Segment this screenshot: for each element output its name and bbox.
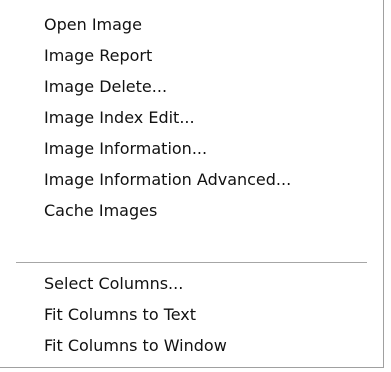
menu-item-image-information-advanced[interactable]: Image Information Advanced... — [44, 165, 291, 195]
menu-item-image-report[interactable]: Image Report — [44, 41, 152, 71]
menu-item-select-columns[interactable]: Select Columns... — [44, 269, 183, 299]
menu-item-fit-columns-to-window[interactable]: Fit Columns to Window — [44, 331, 227, 361]
menu-item-image-information[interactable]: Image Information... — [44, 134, 207, 164]
menu-item-image-index-edit[interactable]: Image Index Edit... — [44, 103, 195, 133]
menu-separator — [16, 262, 367, 264]
menu-item-fit-columns-to-text[interactable]: Fit Columns to Text — [44, 300, 196, 330]
context-menu: Open Image Image Report Image Delete... … — [0, 0, 384, 368]
menu-item-cache-images[interactable]: Cache Images — [44, 196, 157, 226]
menu-item-image-delete[interactable]: Image Delete... — [44, 72, 167, 102]
menu-item-open-image[interactable]: Open Image — [44, 10, 142, 40]
